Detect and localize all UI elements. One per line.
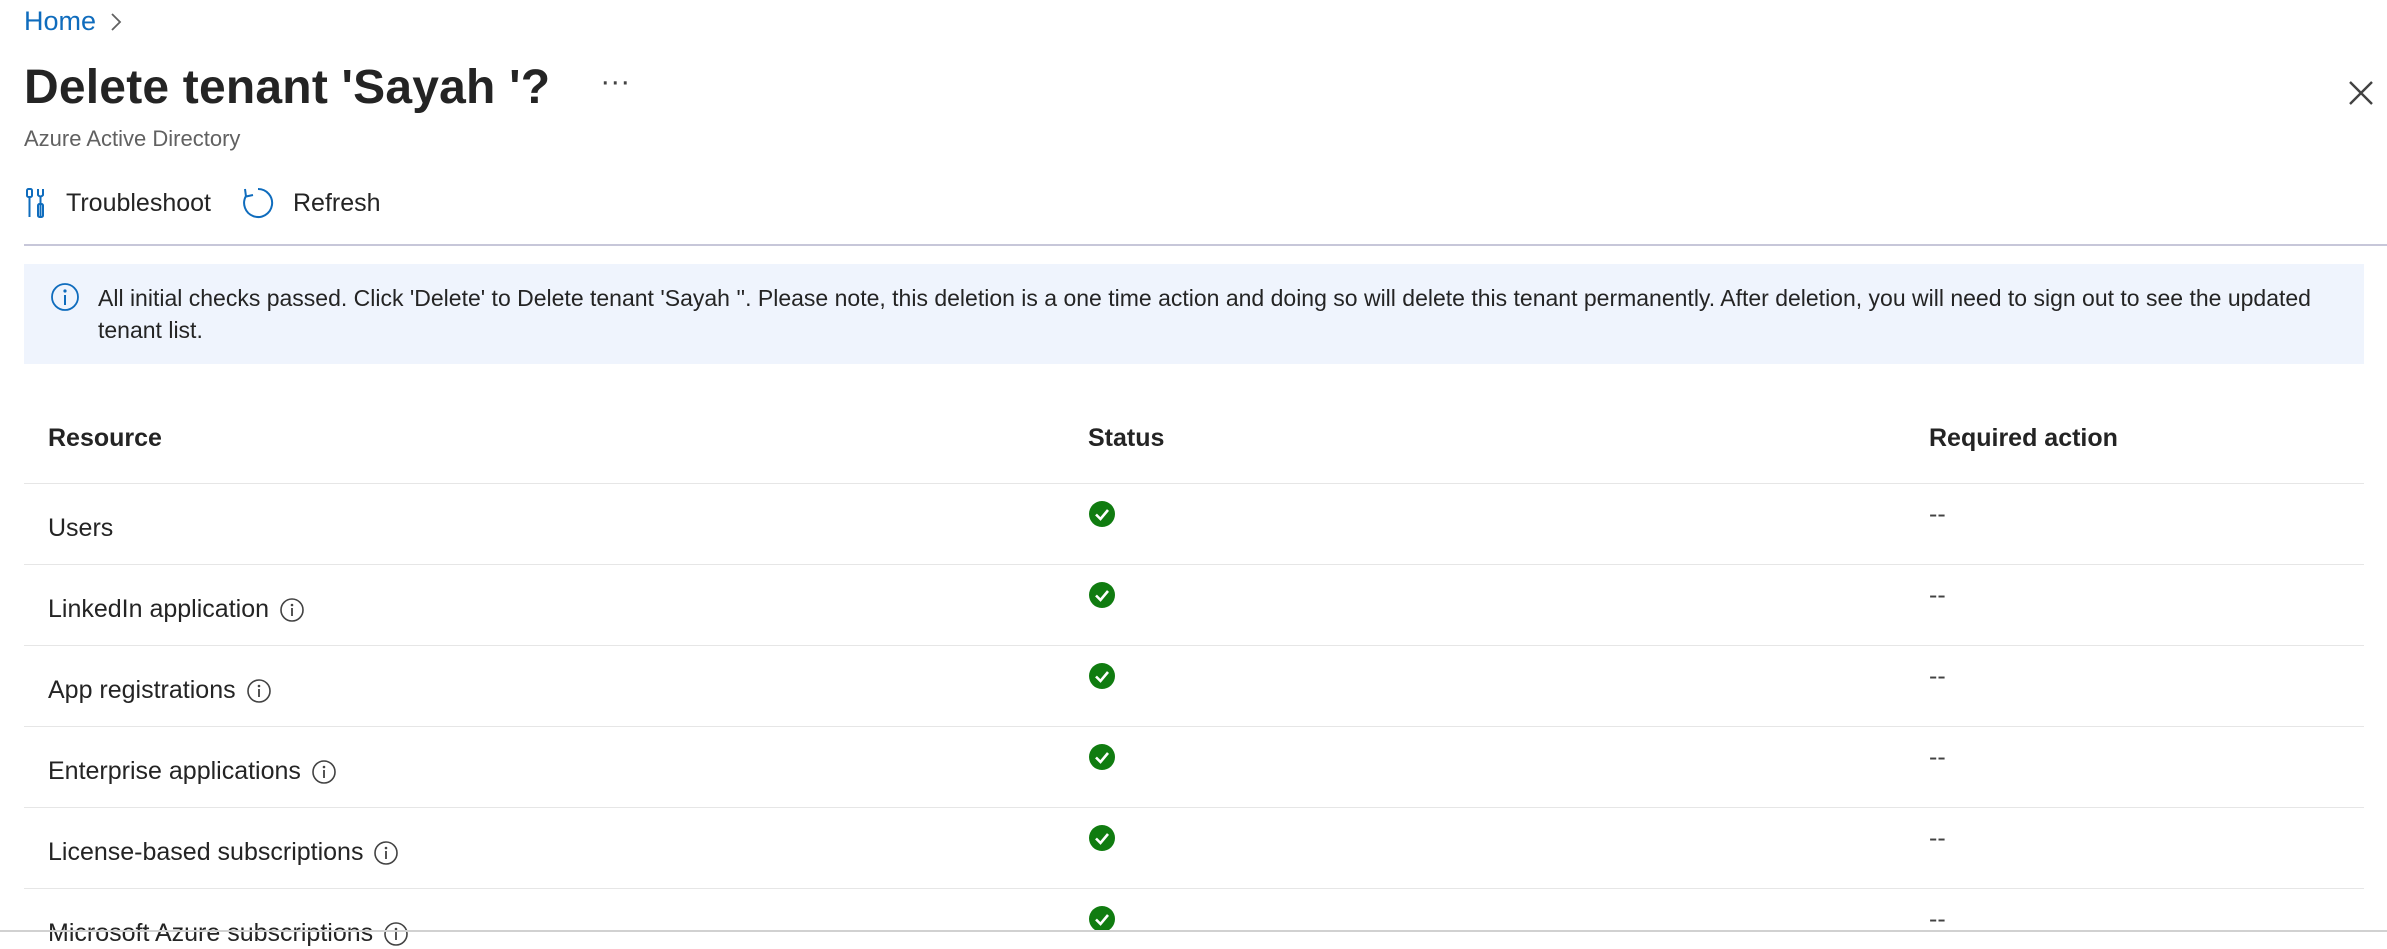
resource-cell: LinkedIn application xyxy=(48,595,305,624)
column-header-status[interactable]: Status xyxy=(1088,424,1164,453)
title-row: Delete tenant 'Sayah '? ··· xyxy=(24,60,630,115)
required-action-cell: -- xyxy=(1929,581,1946,609)
checkmark-circle-icon xyxy=(1089,501,1115,527)
table-row: Enterprise applications -- xyxy=(24,727,2364,808)
resource-cell: License-based subscriptions xyxy=(48,838,399,867)
table-row: App registrations -- xyxy=(24,646,2364,727)
status-cell xyxy=(1088,905,1116,940)
command-bar: Troubleshoot Refresh xyxy=(24,186,411,220)
troubleshoot-label: Troubleshoot xyxy=(66,188,211,217)
table-row: LinkedIn application -- xyxy=(24,565,2364,646)
info-icon[interactable] xyxy=(383,921,409,947)
chevron-right-icon xyxy=(110,12,122,32)
resource-name: Users xyxy=(48,514,114,542)
status-cell xyxy=(1088,581,1116,616)
table-row: Microsoft Azure subscriptions -- xyxy=(24,889,2364,949)
info-icon[interactable] xyxy=(311,759,337,785)
info-icon[interactable] xyxy=(279,597,305,623)
resource-cell: Users xyxy=(48,514,113,543)
resource-cell: Enterprise applications xyxy=(48,757,337,786)
status-cell xyxy=(1088,500,1116,535)
table-row: License-based subscriptions -- xyxy=(24,808,2364,889)
toolbar-divider xyxy=(24,244,2387,246)
resource-name: Enterprise applications xyxy=(48,757,301,785)
required-action-cell: -- xyxy=(1929,662,1946,690)
info-icon xyxy=(50,282,80,320)
page-subtitle: Azure Active Directory xyxy=(24,126,241,151)
delete-tenant-blade: Home Delete tenant 'Sayah '? ··· Azure A… xyxy=(0,0,2387,949)
status-cell xyxy=(1088,662,1116,697)
refresh-icon xyxy=(243,187,274,218)
resource-cell: App registrations xyxy=(48,676,272,705)
resource-name: License-based subscriptions xyxy=(48,838,364,866)
breadcrumb-home-link[interactable]: Home xyxy=(24,6,96,37)
close-icon xyxy=(2349,81,2373,105)
checkmark-circle-icon xyxy=(1089,825,1115,851)
bottom-divider xyxy=(0,930,2387,932)
checkmark-circle-icon xyxy=(1089,582,1115,608)
breadcrumb: Home xyxy=(24,6,122,37)
info-icon[interactable] xyxy=(246,678,272,704)
info-message-text: All initial checks passed. Click 'Delete… xyxy=(98,285,2311,343)
table-row: Users -- xyxy=(24,484,2364,565)
resource-name: Microsoft Azure subscriptions xyxy=(48,919,374,947)
required-action-cell: -- xyxy=(1929,743,1946,771)
close-button[interactable] xyxy=(2346,78,2376,108)
resource-cell: Microsoft Azure subscriptions xyxy=(48,919,409,948)
checkmark-circle-icon xyxy=(1089,744,1115,770)
refresh-button[interactable]: Refresh xyxy=(241,186,381,220)
resource-name: LinkedIn application xyxy=(48,595,269,623)
column-header-resource[interactable]: Resource xyxy=(48,424,162,453)
status-cell xyxy=(1088,743,1116,778)
required-action-cell: -- xyxy=(1929,824,1946,852)
info-message-bar: All initial checks passed. Click 'Delete… xyxy=(24,264,2364,364)
checks-table: Resource Status Required action Users --… xyxy=(24,410,2364,949)
page-title: Delete tenant 'Sayah '? xyxy=(24,61,551,114)
checkmark-circle-icon xyxy=(1089,663,1115,689)
wrench-icon xyxy=(26,188,44,218)
checkmark-circle-icon xyxy=(1089,906,1115,932)
more-options-button[interactable]: ··· xyxy=(600,66,630,109)
status-cell xyxy=(1088,824,1116,859)
refresh-label: Refresh xyxy=(293,188,381,217)
resource-name: App registrations xyxy=(48,676,236,704)
info-icon[interactable] xyxy=(373,840,399,866)
required-action-cell: -- xyxy=(1929,500,1946,528)
column-header-required-action[interactable]: Required action xyxy=(1929,424,2118,453)
troubleshoot-button[interactable]: Troubleshoot xyxy=(24,186,211,220)
table-header: Resource Status Required action xyxy=(24,410,2364,484)
